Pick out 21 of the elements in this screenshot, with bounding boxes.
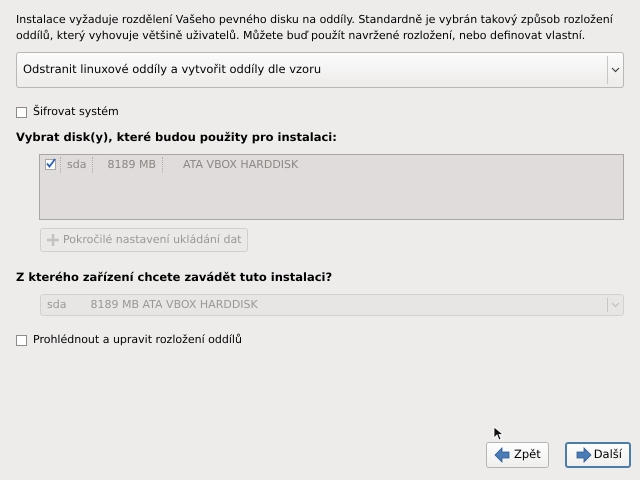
dropdown-value: 8189 MB ATA VBOX HARDDISK [90,296,258,312]
table-cell: sda [60,156,92,173]
section-heading: Vybrat disk(y), které budou použity pro instalaci: [16,128,338,146]
chevron-down-icon [611,67,620,73]
chevron-down-icon [611,302,620,308]
plus-icon [46,233,60,247]
section-heading: Z kterého zařízení chcete zavádět tuto instalaci? [16,268,334,286]
back-button[interactable]: Zpět [486,442,549,468]
checkbox[interactable] [16,334,27,346]
intro-text: Instalace vyžaduje rozdělení Vašeho pevného disku na oddíly. Standardně je vybrán takový způsob rozložení oddílů, který vyhovuje většině uživatelů. Můžete buď použít navržené rozložení, nebo definovat vlastní. [16,12,614,44]
checkbox-label: Šifrovat systém [33,104,119,120]
table-cell: 8189 MB [92,156,162,173]
next-button[interactable]: Další [564,442,631,468]
mouse-cursor-icon [493,426,503,441]
checkbox[interactable] [16,106,27,118]
left-arrow-icon [494,447,512,463]
dropdown-value: sda [47,296,66,312]
layout-dropdown[interactable]: Odstranit linuxové oddíly a vytvořit oddíly dle vzoru [16,52,624,88]
right-arrow-icon [574,447,592,463]
checkbox-label: Prohlédnout a upravit rozložení oddílů [33,332,242,348]
table-cell: ATA VBOX HARDDISK [162,156,304,173]
